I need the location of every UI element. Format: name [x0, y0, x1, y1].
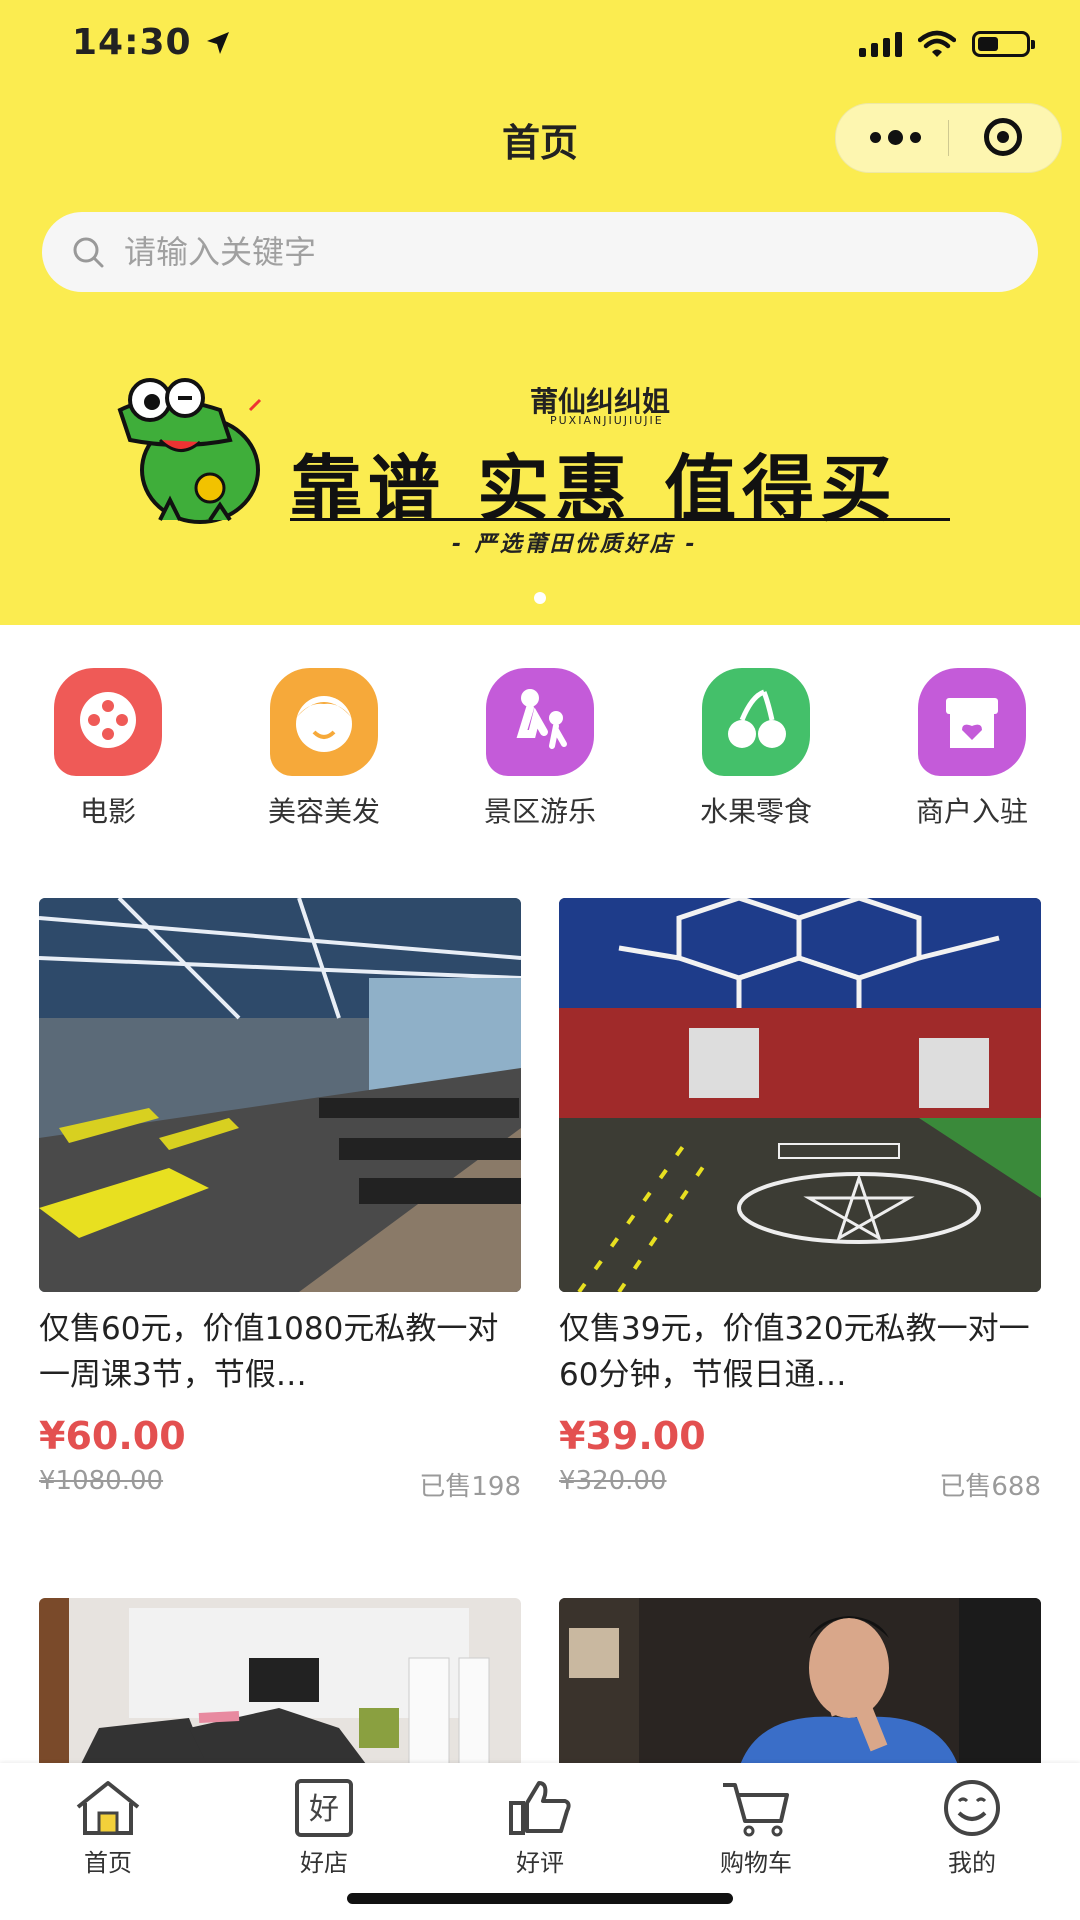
- search-input[interactable]: [122, 232, 926, 272]
- product-original-price: ¥1080.00: [39, 1466, 164, 1496]
- smiley-face-icon: [944, 1780, 1000, 1836]
- svg-text:好: 好: [309, 1792, 339, 1827]
- product-original-price: ¥320.00: [559, 1466, 667, 1496]
- tab-label: 好评: [516, 1849, 564, 1877]
- cart-icon: [723, 1783, 789, 1837]
- thumbs-up-icon: [509, 1781, 571, 1835]
- product-card[interactable]: 仅售39元，价值320元私教一对一60分钟，节假日通… ¥39.00 ¥320.…: [559, 898, 1041, 1503]
- category-label: 电影: [79, 795, 136, 828]
- category-label: 商户入驻: [915, 795, 1028, 828]
- category-label: 美容美发: [267, 795, 380, 828]
- girl-face-icon: [270, 668, 378, 776]
- location-arrow-icon: [207, 32, 229, 54]
- product-card[interactable]: 仅售60元，价值1080元私教一对一周课3节，节假… ¥60.00 ¥1080.…: [39, 898, 521, 1503]
- search-icon: [73, 237, 104, 268]
- category-label: 水果零食: [699, 795, 812, 828]
- category-merchant-join[interactable]: 商户入驻: [882, 668, 1062, 830]
- tab-good-reviews[interactable]: 好评: [480, 1777, 600, 1878]
- tab-label: 我的: [948, 1849, 996, 1877]
- wifi-icon: [918, 30, 956, 57]
- more-icon[interactable]: [870, 130, 921, 145]
- banner-divider: [290, 518, 950, 521]
- status-time: 14:30: [72, 22, 192, 63]
- tab-cart[interactable]: 购物车: [696, 1777, 816, 1878]
- product-image[interactable]: [559, 898, 1041, 1292]
- home-icon: [76, 1781, 140, 1835]
- tab-home[interactable]: 首页: [48, 1777, 168, 1878]
- product-title: 仅售39元，价值320元私教一对一60分钟，节假日通…: [559, 1311, 1030, 1393]
- banner-pager-dot: [534, 592, 546, 604]
- product-price: ¥60.00: [39, 1414, 186, 1458]
- family-walk-icon: [486, 668, 594, 776]
- category-label: 景区游乐: [483, 795, 596, 828]
- battery-icon: [972, 31, 1035, 57]
- product-card[interactable]: [39, 1598, 521, 1768]
- category-beauty[interactable]: 美容美发: [234, 668, 414, 830]
- close-target-icon[interactable]: [984, 118, 1022, 156]
- good-shop-icon: 好: [295, 1779, 353, 1837]
- banner-tagline: - 严选莆田优质好店 -: [452, 532, 698, 557]
- category-grid: 电影 美容美发 景区游乐 水果零食 商户入驻: [0, 668, 1080, 828]
- category-fruit-snacks[interactable]: 水果零食: [666, 668, 846, 830]
- tab-mine[interactable]: 我的: [912, 1777, 1032, 1878]
- shop-heart-icon: [918, 668, 1026, 776]
- product-image[interactable]: [39, 898, 521, 1292]
- tab-label: 首页: [84, 1849, 132, 1877]
- status-bar: 14:30: [0, 0, 1080, 95]
- product-title: 仅售60元，价值1080元私教一对一周课3节，节假…: [39, 1311, 499, 1393]
- category-movie[interactable]: 电影: [18, 668, 198, 830]
- banner-brand-sub: PUXIANJIUJIUJIE: [550, 414, 664, 427]
- product-sold-count: 已售688: [939, 1472, 1041, 1502]
- tab-good-shops[interactable]: 好 好店: [264, 1777, 384, 1878]
- tab-label: 好店: [300, 1849, 348, 1877]
- promo-banner[interactable]: 莆仙纠纠姐 PUXIANJIUJIUJIE 靠谱 实惠 值得买 - 严选莆田优质…: [100, 378, 960, 580]
- miniprogram-capsule: [835, 103, 1062, 173]
- crocodile-mascot-icon: [117, 378, 262, 524]
- product-card[interactable]: [559, 1598, 1041, 1768]
- product-sold-count: 已售198: [419, 1472, 521, 1502]
- film-reel-icon: [54, 668, 162, 776]
- search-bar[interactable]: [42, 212, 1038, 292]
- category-scenic[interactable]: 景区游乐: [450, 668, 630, 830]
- signal-icon: [859, 31, 902, 57]
- product-price: ¥39.00: [559, 1414, 706, 1458]
- cherry-icon: [702, 668, 810, 776]
- product-image[interactable]: [559, 1598, 1041, 1768]
- tab-label: 购物车: [720, 1849, 792, 1877]
- product-image[interactable]: [39, 1598, 521, 1768]
- home-indicator[interactable]: [347, 1893, 733, 1904]
